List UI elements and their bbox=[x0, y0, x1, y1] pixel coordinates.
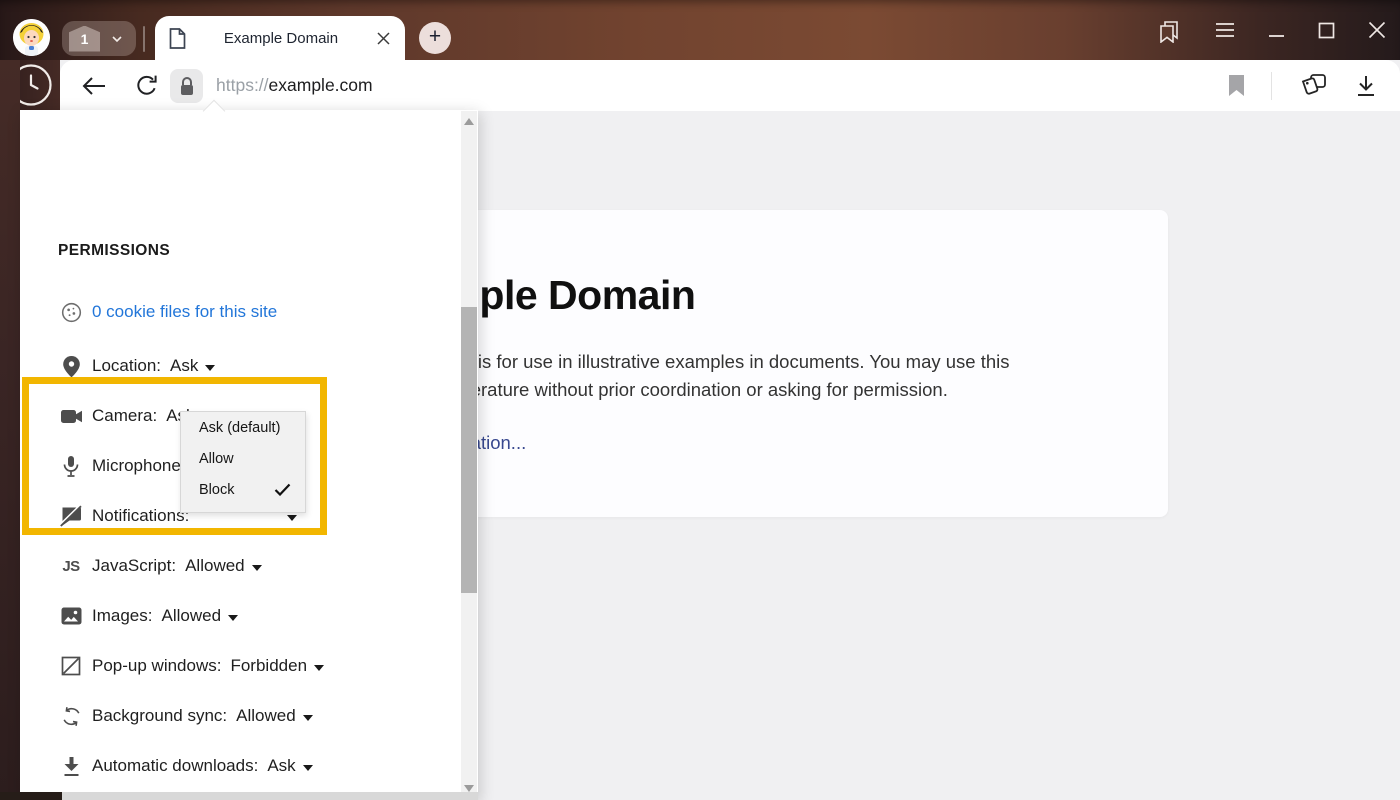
check-icon bbox=[274, 483, 291, 496]
navigation-toolbar: https://example.com bbox=[60, 60, 1400, 111]
permission-row-javascript: JS JavaScript: Allowed bbox=[58, 551, 262, 581]
menu-item-allow[interactable]: Allow bbox=[181, 443, 305, 474]
permissions-heading: PERMISSIONS bbox=[58, 242, 170, 260]
chevron-down-icon[interactable] bbox=[112, 34, 122, 44]
tab-count-badge: 1 bbox=[69, 26, 100, 52]
permission-label: JavaScript: bbox=[92, 556, 176, 576]
scrollbar-thumb[interactable] bbox=[461, 307, 477, 593]
dropdown-caret-icon[interactable] bbox=[205, 365, 215, 371]
permission-value[interactable]: Ask bbox=[170, 356, 198, 376]
toolbar-separator bbox=[1271, 72, 1272, 100]
menu-item-block[interactable]: Block bbox=[181, 474, 305, 505]
menu-item-label: Block bbox=[199, 482, 234, 498]
dropdown-caret-icon[interactable] bbox=[228, 615, 238, 621]
scroll-up-arrow[interactable] bbox=[464, 118, 474, 125]
lock-icon bbox=[179, 76, 195, 96]
reload-icon bbox=[134, 73, 159, 98]
browser-window: Example Domain This domain is for use in… bbox=[0, 0, 1400, 800]
permission-row-popups: Pop-up windows: Forbidden bbox=[58, 651, 324, 681]
tab-close-icon[interactable] bbox=[376, 31, 391, 46]
tab-counter[interactable]: 1 bbox=[62, 21, 136, 56]
back-arrow-icon bbox=[81, 74, 107, 98]
tab-count-value: 1 bbox=[81, 31, 89, 47]
scroll-down-arrow[interactable] bbox=[464, 785, 474, 792]
address-bar[interactable]: https://example.com bbox=[216, 75, 373, 96]
permission-value[interactable]: Ask bbox=[267, 756, 295, 776]
panel-scrollbar[interactable] bbox=[461, 111, 477, 799]
active-tab[interactable]: Example Domain bbox=[155, 16, 405, 60]
permission-row-images: Images: Allowed bbox=[58, 601, 238, 631]
cookie-files-link[interactable]: 0 cookie files for this site bbox=[92, 302, 277, 322]
images-icon bbox=[58, 607, 84, 625]
menu-item-ask-default[interactable]: Ask (default) bbox=[181, 412, 305, 443]
permission-label: Images: bbox=[92, 606, 152, 626]
site-security-button[interactable] bbox=[170, 69, 203, 103]
bookmarks-panels-icon[interactable] bbox=[1156, 18, 1182, 43]
collections-icon[interactable] bbox=[1298, 72, 1328, 99]
menu-item-label: Ask (default) bbox=[199, 420, 280, 436]
permission-row-auto-downloads: Automatic downloads: Ask bbox=[58, 751, 313, 781]
back-button[interactable] bbox=[76, 68, 112, 104]
cookie-icon bbox=[58, 301, 84, 324]
dropdown-caret-icon[interactable] bbox=[314, 665, 324, 671]
tab-separator bbox=[143, 26, 145, 52]
tab-title: Example Domain bbox=[186, 30, 376, 47]
permission-value[interactable]: Allowed bbox=[236, 706, 296, 726]
url-host: example.com bbox=[269, 75, 373, 95]
title-bar: 1 Example Domain + bbox=[0, 0, 1400, 60]
dropdown-caret-icon[interactable] bbox=[303, 715, 313, 721]
notifications-dropdown-menu: Ask (default) Allow Block bbox=[180, 411, 306, 513]
maximize-icon[interactable] bbox=[1318, 22, 1335, 39]
page-icon bbox=[169, 28, 186, 49]
url-scheme: https:// bbox=[216, 75, 269, 95]
permission-value[interactable]: Allowed bbox=[185, 556, 245, 576]
permission-value[interactable]: Allowed bbox=[161, 606, 221, 626]
menu-icon[interactable] bbox=[1215, 22, 1235, 38]
location-icon bbox=[58, 355, 84, 378]
javascript-icon: JS bbox=[58, 558, 84, 575]
reload-button[interactable] bbox=[128, 68, 164, 104]
auto-downloads-icon bbox=[58, 756, 84, 777]
permission-label: Background sync: bbox=[92, 706, 227, 726]
minimize-icon[interactable] bbox=[1268, 22, 1285, 39]
cookies-row: 0 cookie files for this site bbox=[58, 297, 277, 327]
window-close-icon[interactable] bbox=[1368, 21, 1386, 39]
permission-row-background-sync: Background sync: Allowed bbox=[58, 701, 313, 731]
avatar-illustration bbox=[13, 19, 50, 56]
bookmark-icon[interactable] bbox=[1228, 74, 1245, 97]
permission-label: Automatic downloads: bbox=[92, 756, 258, 776]
dropdown-caret-icon[interactable] bbox=[252, 565, 262, 571]
new-tab-button[interactable]: + bbox=[419, 22, 451, 54]
permission-value[interactable]: Forbidden bbox=[230, 656, 307, 676]
permission-label: Pop-up windows: bbox=[92, 656, 221, 676]
permission-label: Location: bbox=[92, 356, 161, 376]
downloads-icon[interactable] bbox=[1354, 74, 1378, 98]
window-edge bbox=[0, 60, 20, 800]
popup-icon bbox=[58, 656, 84, 676]
background-sync-icon bbox=[58, 706, 84, 727]
profile-avatar[interactable] bbox=[13, 19, 50, 56]
menu-item-label: Allow bbox=[199, 451, 234, 467]
dropdown-caret-icon[interactable] bbox=[303, 765, 313, 771]
